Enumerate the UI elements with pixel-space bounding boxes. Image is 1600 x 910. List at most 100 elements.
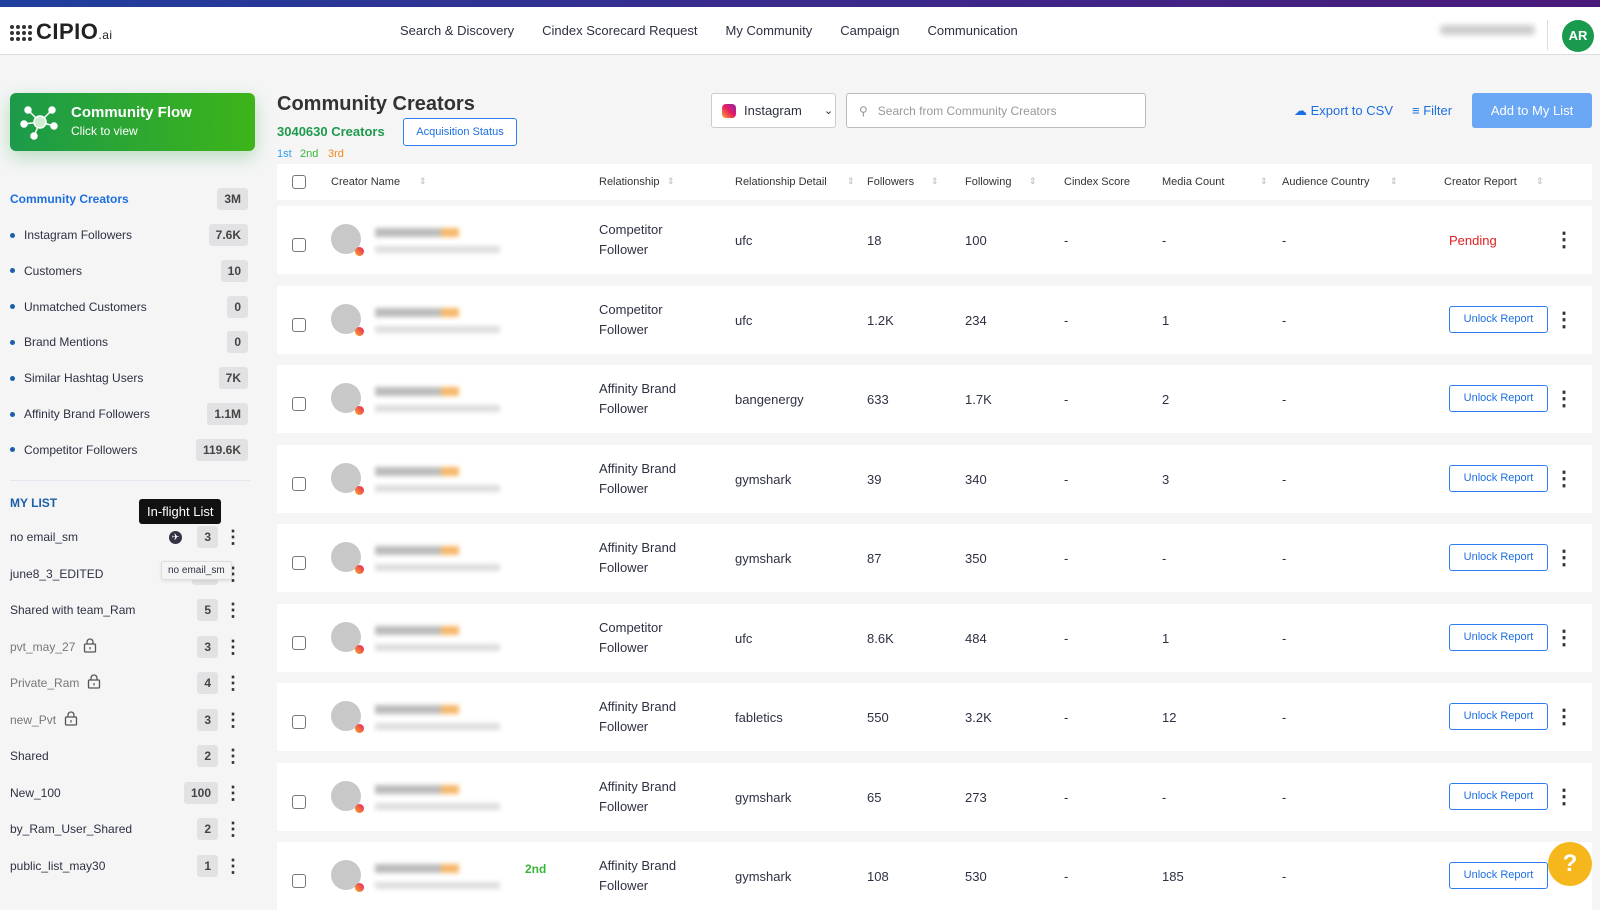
row-more-options-icon[interactable]: ⋮	[1554, 389, 1574, 409]
sort-icon[interactable]: ⇕	[847, 176, 855, 187]
column-header[interactable]: Following	[965, 176, 1011, 188]
unlock-report-button[interactable]: Unlock Report	[1449, 305, 1548, 333]
table-row[interactable]: Affinity Brand Follower bangenergy 633 1.7K -…	[277, 365, 1592, 433]
creator-name-blurred[interactable]	[375, 784, 459, 794]
logo[interactable]: CIPIO.ai	[10, 19, 113, 45]
my-list-item[interactable]: Shared 2 ⋮	[10, 744, 250, 768]
sort-icon[interactable]: ⇕	[1260, 176, 1268, 187]
table-row[interactable]: Affinity Brand Follower gymshark 87 350 - - - Un…	[277, 524, 1592, 592]
nav-campaign[interactable]: Campaign	[840, 23, 899, 38]
my-list-item[interactable]: Private_Ram 4 ⋮	[10, 671, 250, 695]
creator-name-blurred[interactable]	[375, 307, 459, 317]
row-checkbox[interactable]	[292, 476, 306, 491]
unlock-report-button[interactable]: Unlock Report	[1449, 544, 1548, 571]
table-row[interactable]: Affinity Brand Follower gymshark 39 340 - 3 - Un…	[277, 444, 1592, 513]
add-to-my-list-button[interactable]: Add to My List	[1472, 93, 1592, 128]
column-header[interactable]: Media Count	[1162, 176, 1224, 188]
sort-icon[interactable]: ⇕	[667, 176, 675, 187]
row-more-options-icon[interactable]: ⋮	[1554, 548, 1574, 568]
creator-name-blurred[interactable]	[375, 387, 459, 396]
nav-my-community[interactable]: My Community	[726, 23, 813, 38]
table-row[interactable]: Competitor Follower ufc 8.6K 484 - 1 - Unlock Re…	[277, 603, 1592, 672]
sidebar-item[interactable]: Similar Hashtag Users 7K	[10, 366, 250, 390]
my-list-item[interactable]: New_100 100 ⋮	[10, 781, 250, 805]
more-options-icon[interactable]: ⋮	[224, 601, 242, 619]
community-flow-card[interactable]: Community Flow Click to view	[10, 93, 255, 151]
column-header[interactable]: Cindex Score	[1064, 176, 1130, 188]
more-options-icon[interactable]: ⋮	[224, 528, 242, 546]
search-input[interactable]: ⚲ Search from Community Creators	[846, 93, 1146, 128]
nav-search-discovery[interactable]: Search & Discovery	[400, 23, 514, 38]
help-button[interactable]: ?	[1548, 842, 1592, 886]
more-options-icon[interactable]: ⋮	[224, 711, 242, 729]
sort-icon[interactable]: ⇕	[1536, 176, 1544, 187]
unlock-report-button[interactable]: Unlock Report	[1449, 623, 1548, 651]
row-more-options-icon[interactable]: ⋮	[1554, 707, 1574, 727]
row-checkbox[interactable]	[292, 715, 306, 729]
more-options-icon[interactable]: ⋮	[224, 857, 242, 875]
row-checkbox[interactable]	[292, 874, 306, 888]
sidebar-item[interactable]: Competitor Followers 119.6K	[10, 438, 250, 462]
more-options-icon[interactable]: ⋮	[224, 638, 242, 656]
creator-name-blurred[interactable]	[375, 466, 459, 476]
sidebar-item[interactable]: Unmatched Customers 0	[10, 295, 250, 319]
creator-name-blurred[interactable]	[375, 864, 459, 873]
row-more-options-icon[interactable]: ⋮	[1554, 230, 1574, 250]
sort-icon[interactable]: ⇕	[1029, 176, 1037, 187]
table-row[interactable]: Affinity Brand Follower fabletics 550 3.2K - 1…	[277, 683, 1592, 751]
row-checkbox[interactable]	[292, 556, 306, 570]
table-row[interactable]: Competitor Follower ufc 18 100 - - - Pending ⋮	[277, 206, 1592, 274]
column-header[interactable]: Followers	[867, 176, 914, 188]
unlock-report-button[interactable]: Unlock Report	[1449, 385, 1548, 412]
table-row[interactable]: Competitor Follower ufc 1.2K 234 - 1 - Unlock Re…	[277, 285, 1592, 354]
more-options-icon[interactable]: ⋮	[224, 820, 242, 838]
sort-icon[interactable]: ⇕	[931, 176, 939, 187]
row-more-options-icon[interactable]: ⋮	[1554, 469, 1574, 489]
export-csv-button[interactable]: ☁ Export to CSV	[1294, 103, 1393, 119]
my-list-item[interactable]: public_list_may30 1 ⋮	[10, 854, 250, 878]
row-checkbox[interactable]	[292, 238, 306, 252]
row-checkbox[interactable]	[292, 635, 306, 650]
platform-select[interactable]: Instagram ⌄	[711, 93, 836, 128]
my-list-item[interactable]: new_Pvt 3 ⋮	[10, 708, 250, 732]
unlock-report-button[interactable]: Unlock Report	[1449, 464, 1548, 492]
column-header[interactable]: Creator Name	[331, 176, 400, 188]
select-all-checkbox[interactable]	[292, 175, 306, 189]
sidebar-item[interactable]: Brand Mentions 0	[10, 330, 250, 354]
more-options-icon[interactable]: ⋮	[224, 747, 242, 765]
unlock-report-button[interactable]: Unlock Report	[1449, 782, 1548, 810]
sidebar-item[interactable]: Affinity Brand Followers 1.1M	[10, 402, 250, 426]
sort-icon[interactable]: ⇕	[419, 176, 427, 187]
row-more-options-icon[interactable]: ⋮	[1554, 787, 1574, 807]
row-more-options-icon[interactable]: ⋮	[1554, 628, 1574, 648]
unlock-report-button[interactable]: Unlock Report	[1449, 703, 1548, 730]
creator-name-blurred[interactable]	[375, 625, 459, 635]
nav-communication[interactable]: Communication	[927, 23, 1017, 38]
creator-name-blurred[interactable]	[375, 705, 459, 714]
acquisition-status-button[interactable]: Acquisition Status	[403, 118, 517, 146]
table-row[interactable]: Affinity Brand Follower gymshark 65 273 - - - Un…	[277, 762, 1592, 831]
my-list-item[interactable]: by_Ram_User_Shared 2 ⋮	[10, 817, 250, 841]
nav-cindex-scorecard[interactable]: Cindex Scorecard Request	[542, 23, 697, 38]
creator-name-blurred[interactable]	[375, 228, 459, 237]
more-options-icon[interactable]: ⋮	[224, 674, 242, 692]
degree-2nd[interactable]: 2nd	[300, 148, 318, 160]
degree-3rd[interactable]: 3rd	[328, 148, 344, 160]
row-checkbox[interactable]	[292, 317, 306, 332]
column-header[interactable]: Creator Report	[1444, 176, 1517, 188]
user-avatar[interactable]: AR	[1562, 20, 1594, 52]
filter-button[interactable]: ≡ Filter	[1412, 103, 1452, 118]
my-list-item[interactable]: no email_sm ✈ 3 ⋮	[10, 525, 250, 549]
my-list-item[interactable]: Shared with team_Ram 5 ⋮	[10, 598, 250, 622]
sidebar-item[interactable]: Customers 10	[10, 259, 250, 283]
more-options-icon[interactable]: ⋮	[224, 784, 242, 802]
unlock-report-button[interactable]: Unlock Report	[1449, 862, 1548, 889]
creator-name-blurred[interactable]	[375, 546, 459, 555]
column-header[interactable]: Relationship Detail	[735, 176, 827, 188]
row-checkbox[interactable]	[292, 794, 306, 809]
sort-icon[interactable]: ⇕	[1390, 176, 1398, 187]
degree-1st[interactable]: 1st	[277, 148, 292, 160]
row-checkbox[interactable]	[292, 397, 306, 411]
my-list-item[interactable]: pvt_may_27 3 ⋮	[10, 635, 250, 659]
row-more-options-icon[interactable]: ⋮	[1554, 310, 1574, 330]
